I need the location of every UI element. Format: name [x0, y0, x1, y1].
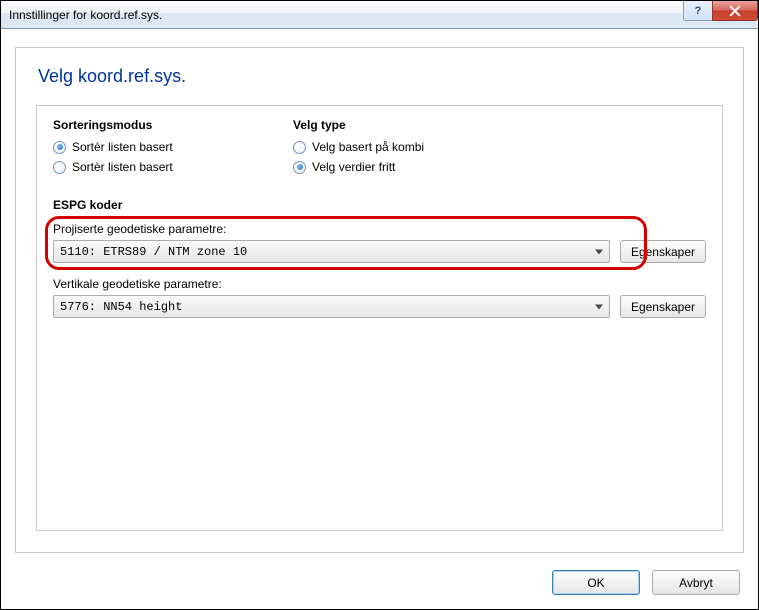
projected-select[interactable]: 5110: ETRS89 / NTM zone 10: [53, 240, 610, 263]
type-mode-option-2[interactable]: Velg verdier fritt: [293, 160, 473, 174]
radio-icon: [293, 141, 306, 154]
projected-field-block: Projiserte geodetiske parametre: 5110: E…: [53, 222, 706, 263]
ok-button[interactable]: OK: [552, 570, 640, 595]
help-button[interactable]: ?: [683, 1, 713, 21]
type-mode-option-1[interactable]: Velg basert på kombi: [293, 140, 473, 154]
button-label: Egenskaper: [631, 245, 695, 259]
window-buttons: ?: [683, 1, 758, 21]
close-icon: [729, 5, 741, 17]
close-button[interactable]: [712, 1, 758, 21]
radio-label: Velg basert på kombi: [312, 140, 424, 154]
button-label: Avbryt: [679, 576, 713, 590]
main-panel: Velg koord.ref.sys. Sorteringsmodus Sort…: [15, 47, 744, 553]
vertical-label: Vertikale geodetiske parametre:: [53, 277, 706, 291]
vertical-field-block: Vertikale geodetiske parametre: 5776: NN…: [53, 277, 706, 318]
sort-mode-option-1[interactable]: Sortèr listen basert: [53, 140, 233, 154]
vertical-properties-button[interactable]: Egenskaper: [620, 295, 706, 318]
radio-icon: [53, 161, 66, 174]
window-title: Innstillinger for koord.ref.sys.: [9, 8, 162, 22]
chevron-down-icon: [595, 249, 603, 254]
cancel-button[interactable]: Avbryt: [652, 570, 740, 595]
sort-mode-group: Sorteringsmodus Sortèr listen basert Sor…: [53, 118, 233, 180]
espg-koder-title: ESPG koder: [53, 198, 706, 212]
footer-buttons: OK Avbryt: [552, 570, 740, 595]
projected-properties-button[interactable]: Egenskaper: [620, 240, 706, 263]
radio-label: Sortèr listen basert: [72, 140, 173, 154]
inner-box: Sorteringsmodus Sortèr listen basert Sor…: [36, 105, 723, 531]
vertical-row: 5776: NN54 height Egenskaper: [53, 295, 706, 318]
chevron-down-icon: [595, 304, 603, 309]
sort-mode-title: Sorteringsmodus: [53, 118, 233, 132]
projected-label: Projiserte geodetiske parametre:: [53, 222, 706, 236]
type-mode-title: Velg type: [293, 118, 473, 132]
type-mode-group: Velg type Velg basert på kombi Velg verd…: [293, 118, 473, 180]
radio-icon: [53, 141, 66, 154]
vertical-select[interactable]: 5776: NN54 height: [53, 295, 610, 318]
projected-row: 5110: ETRS89 / NTM zone 10 Egenskaper: [53, 240, 706, 263]
page-title: Velg koord.ref.sys.: [38, 66, 723, 87]
client-area: Velg koord.ref.sys. Sorteringsmodus Sort…: [1, 29, 758, 609]
radio-label: Velg verdier fritt: [312, 160, 395, 174]
sort-mode-option-2[interactable]: Sortèr listen basert: [53, 160, 233, 174]
radio-label: Sortèr listen basert: [72, 160, 173, 174]
option-columns: Sorteringsmodus Sortèr listen basert Sor…: [53, 118, 706, 180]
projected-select-value: 5110: ETRS89 / NTM zone 10: [60, 245, 247, 259]
radio-icon: [293, 161, 306, 174]
vertical-select-value: 5776: NN54 height: [60, 300, 182, 314]
titlebar: Innstillinger for koord.ref.sys. ?: [1, 1, 758, 29]
button-label: OK: [587, 576, 604, 590]
button-label: Egenskaper: [631, 300, 695, 314]
